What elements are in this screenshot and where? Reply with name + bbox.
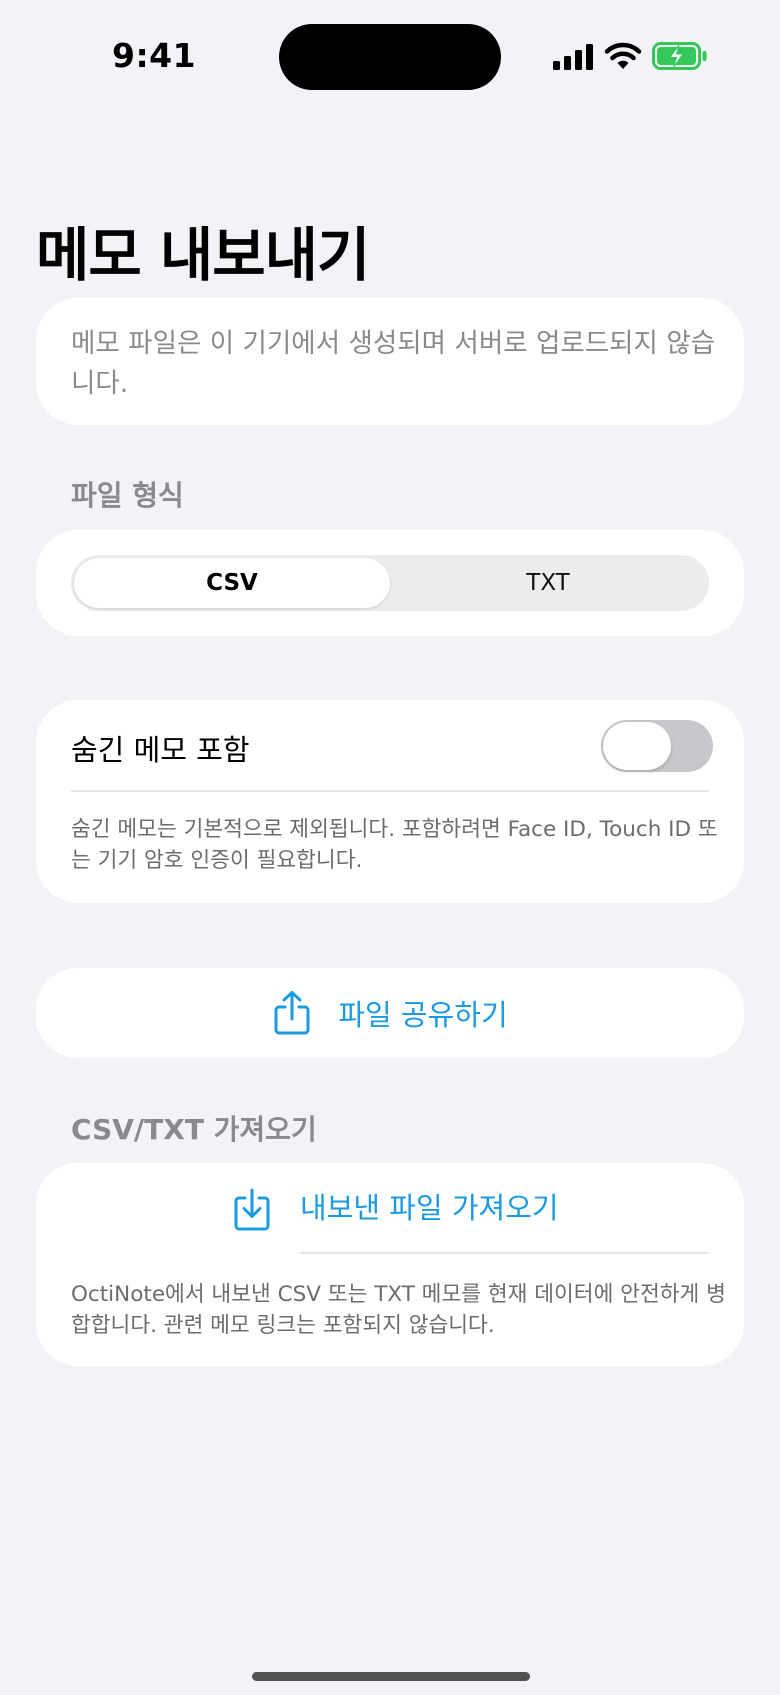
toggle-knob bbox=[603, 722, 671, 770]
import-note: OctiNote에서 내보낸 CSV 또는 TXT 메모를 현재 데이터에 안전… bbox=[71, 1282, 726, 1338]
import-card: 내보낸 파일 가져오기 OctiNote에서 내보낸 CSV 또는 TXT 메모… bbox=[36, 1163, 744, 1366]
status-time: 9:41 bbox=[112, 36, 197, 75]
segment-csv[interactable]: CSV bbox=[74, 558, 390, 608]
wifi-icon bbox=[604, 42, 642, 69]
page-title: 메모 내보내기 bbox=[36, 221, 370, 289]
file-format-header: 파일 형식 bbox=[71, 479, 184, 512]
battery-charging-icon bbox=[652, 42, 707, 70]
hidden-memos-card: 숨긴 메모 포함 숨긴 메모는 기본적으로 제외됩니다. 포함하려면 Face … bbox=[36, 700, 744, 903]
file-format-card: CSV TXT bbox=[36, 530, 744, 636]
share-icon bbox=[274, 991, 310, 1035]
import-icon bbox=[234, 1188, 270, 1231]
import-header: CSV/TXT 가져오기 bbox=[71, 1113, 317, 1146]
share-file-button[interactable]: 파일 공유하기 bbox=[36, 968, 744, 1058]
hidden-memos-note: 숨긴 메모는 기본적으로 제외됩니다. 포함하려면 Face ID, Touch… bbox=[71, 817, 718, 873]
divider bbox=[71, 790, 709, 792]
info-text: 메모 파일은 이 기기에서 생성되며 서버로 업로드되지 않습니다. bbox=[71, 328, 716, 399]
dynamic-island bbox=[279, 24, 501, 90]
include-hidden-memos-toggle[interactable] bbox=[601, 720, 713, 772]
info-card: 메모 파일은 이 기기에서 생성되며 서버로 업로드되지 않습니다. bbox=[36, 298, 744, 425]
import-file-button[interactable]: 내보낸 파일 가져오기 bbox=[36, 1163, 744, 1251]
segment-txt[interactable]: TXT bbox=[390, 558, 706, 608]
status-bar: 9:41 bbox=[0, 0, 780, 110]
share-file-row[interactable]: 파일 공유하기 bbox=[36, 968, 744, 1058]
cellular-signal-icon bbox=[553, 44, 593, 70]
include-hidden-memos-label: 숨긴 메모 포함 bbox=[71, 733, 250, 767]
file-format-segmented-control[interactable]: CSV TXT bbox=[71, 555, 709, 611]
divider bbox=[300, 1252, 709, 1254]
share-file-label: 파일 공유하기 bbox=[338, 998, 508, 1032]
import-file-label: 내보낸 파일 가져오기 bbox=[300, 1191, 559, 1225]
home-indicator[interactable] bbox=[252, 1672, 530, 1681]
